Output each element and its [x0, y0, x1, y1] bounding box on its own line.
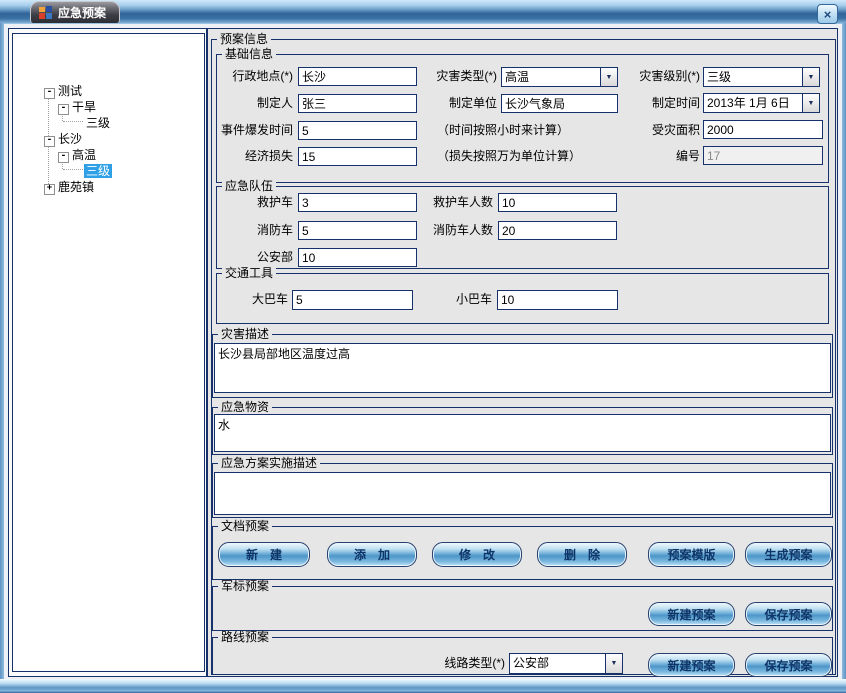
police-label: 公安部: [206, 251, 293, 264]
chevron-down-icon[interactable]: ▼: [605, 654, 622, 673]
group-emergency-team-label: 应急队伍: [222, 180, 276, 193]
impl-desc-textarea[interactable]: [214, 472, 831, 515]
ambulance-label: 救护车: [206, 196, 293, 209]
doc-modify-button[interactable]: 修 改: [432, 542, 522, 567]
window-title-tab: 应急预案: [30, 1, 120, 23]
serial-number-input: [703, 146, 823, 165]
create-time-label: 制定时间: [610, 97, 700, 110]
window-edge-right: [842, 23, 846, 679]
chevron-down-icon[interactable]: ▼: [802, 94, 819, 112]
unit-input[interactable]: [501, 94, 618, 113]
unit-label: 制定单位: [408, 97, 497, 110]
bigbus-input[interactable]: [292, 290, 413, 310]
economic-loss-hint: （损失按照万为单位计算）: [437, 150, 581, 163]
tree-connector: [63, 121, 83, 122]
outbreak-time-hint: （时间按照小时来计算）: [437, 124, 569, 137]
disaster-type-combo[interactable]: 高温 ▼: [501, 67, 618, 87]
outbreak-time-label: 事件爆发时间: [198, 124, 293, 137]
group-transport-label: 交通工具: [222, 267, 276, 280]
route-type-combo[interactable]: 公安部 ▼: [509, 653, 623, 674]
group-route-plan-label: 路线预案: [218, 631, 272, 644]
disaster-desc-textarea[interactable]: 长沙县局部地区温度过高: [214, 343, 831, 393]
doc-delete-button[interactable]: 删 除: [537, 542, 627, 567]
tree-connector: [62, 162, 63, 169]
tree-node-sanji-selected[interactable]: 三级: [84, 164, 112, 178]
tree-collapse-icon[interactable]: -: [58, 104, 69, 115]
economic-loss-label: 经济损失: [206, 150, 293, 163]
emergency-plan-window: { "window": { "title": "应急预案" }, "icons"…: [0, 0, 846, 693]
plan-tree[interactable]: - 测试 - 干旱 三级 - 长沙 - 高温 三级 + 鹿苑镇: [12, 33, 205, 672]
ambulance-people-input[interactable]: [498, 193, 617, 212]
group-impl-desc-label: 应急方案实施描述: [218, 457, 320, 470]
affected-area-label: 受灾面积: [610, 124, 700, 137]
admin-location-input[interactable]: [298, 67, 417, 86]
chevron-down-icon[interactable]: ▼: [802, 68, 819, 86]
tree-expand-icon[interactable]: +: [44, 184, 55, 195]
tree-collapse-icon[interactable]: -: [44, 88, 55, 99]
title-bar: [0, 0, 846, 24]
smallbus-input[interactable]: [497, 290, 618, 310]
serial-number-label: 编号: [610, 150, 700, 163]
admin-location-label: 行政地点(*): [206, 70, 293, 83]
window-title: 应急预案: [58, 4, 106, 21]
tree-connector: [62, 114, 63, 121]
app-icon: [39, 6, 52, 19]
create-time-datepicker[interactable]: 2013年 1月 6日 ▼: [703, 93, 820, 113]
economic-loss-input[interactable]: [298, 147, 417, 166]
police-input[interactable]: [298, 248, 417, 267]
firetruck-label: 消防车: [206, 224, 293, 237]
creator-label: 制定人: [206, 97, 293, 110]
tree-node-gaowen[interactable]: 高温: [72, 148, 96, 162]
affected-area-input[interactable]: [703, 120, 823, 139]
firetruck-people-input[interactable]: [498, 221, 617, 240]
route-new-button[interactable]: 新建预案: [648, 653, 735, 677]
group-plan-info-label: 预案信息: [217, 33, 271, 46]
route-type-label: 线路类型(*): [415, 657, 505, 670]
doc-generate-button[interactable]: 生成预案: [745, 542, 832, 567]
disaster-level-label: 灾害级别(*): [610, 70, 700, 83]
military-save-button[interactable]: 保存预案: [745, 602, 832, 626]
creator-input[interactable]: [298, 94, 417, 113]
tree-collapse-icon[interactable]: -: [58, 152, 69, 163]
group-military-plan: [212, 586, 833, 631]
tree-node-luyuanzhen[interactable]: 鹿苑镇: [58, 180, 94, 194]
disaster-level-combo[interactable]: 三级 ▼: [703, 67, 820, 87]
doc-add-button[interactable]: 添 加: [327, 542, 417, 567]
doc-new-button[interactable]: 新 建: [218, 542, 310, 567]
tree-connector: [63, 169, 83, 170]
outbreak-time-input[interactable]: [298, 121, 417, 140]
ambulance-people-label: 救护车人数: [400, 196, 493, 209]
tree-node-changsha[interactable]: 长沙: [58, 132, 82, 146]
tree-node-ceshi[interactable]: 测试: [58, 84, 82, 98]
route-save-button[interactable]: 保存预案: [745, 653, 832, 677]
group-supplies-label: 应急物资: [218, 401, 272, 414]
doc-template-button[interactable]: 预案模版: [648, 542, 735, 567]
tree-node-ganhan[interactable]: 干旱: [72, 100, 96, 114]
bigbus-label: 大巴车: [206, 293, 288, 306]
military-new-button[interactable]: 新建预案: [648, 602, 735, 626]
disaster-type-label: 灾害类型(*): [408, 70, 497, 83]
group-doc-plan-label: 文档预案: [218, 520, 272, 533]
window-edge-left: [0, 23, 4, 679]
firetruck-people-label: 消防车人数: [400, 224, 493, 237]
supplies-textarea[interactable]: 水: [214, 414, 831, 452]
window-edge-bottom: [0, 679, 846, 693]
group-basic-info-label: 基础信息: [222, 48, 276, 61]
tree-node-sanji-1[interactable]: 三级: [86, 116, 110, 130]
smallbus-label: 小巴车: [410, 293, 492, 306]
group-military-plan-label: 军标预案: [218, 580, 272, 593]
tree-collapse-icon[interactable]: -: [44, 136, 55, 147]
group-disaster-desc-label: 灾害描述: [218, 328, 272, 341]
close-icon[interactable]: ×: [817, 4, 838, 24]
